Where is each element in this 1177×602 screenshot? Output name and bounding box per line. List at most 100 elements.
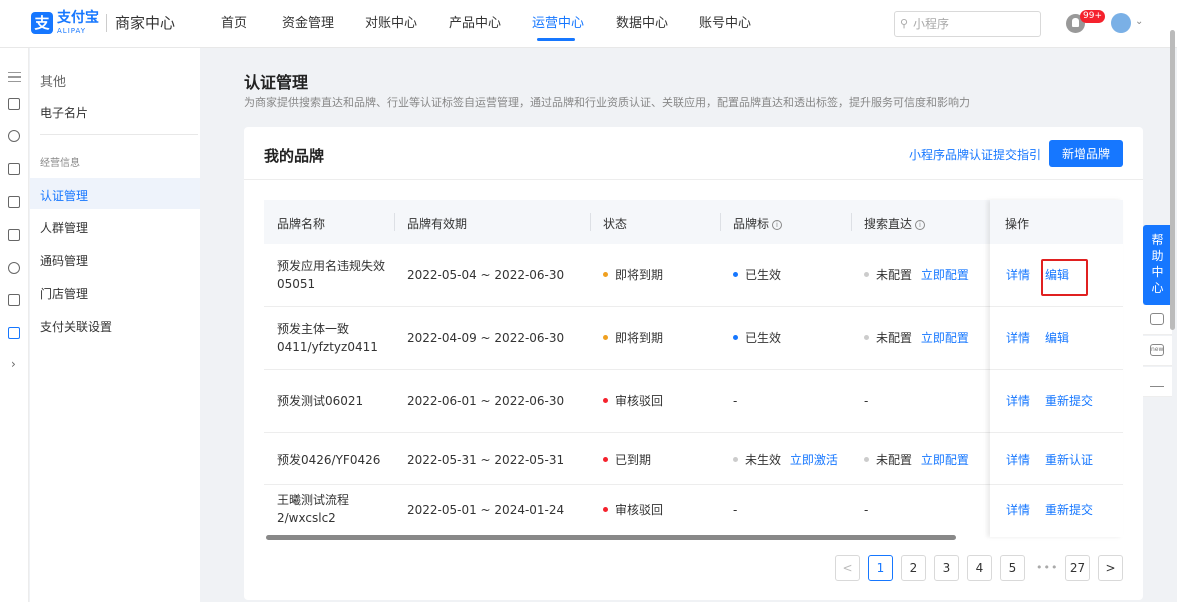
new-feature-tool[interactable]: new [1143, 336, 1172, 366]
mark-dot [733, 335, 738, 340]
prev-page-button[interactable]: < [835, 555, 860, 581]
brand-period: 2022-05-01 ~ 2024-01-24 [407, 503, 565, 517]
form-icon[interactable] [8, 327, 20, 339]
chevron-down-icon[interactable]: ⌄ [1135, 16, 1143, 27]
nav-account[interactable]: 账号中心 [699, 16, 751, 32]
status-text: 已到期 [615, 453, 652, 467]
col-search-label: 搜索直达 [864, 217, 913, 231]
search-box[interactable]: ⚲ [894, 11, 1041, 37]
feedback-tool[interactable] [1143, 367, 1172, 397]
brand-mark: - [733, 503, 738, 517]
page-2-button[interactable]: 2 [901, 555, 926, 581]
sidebar-item-certification[interactable]: 认证管理 [40, 187, 88, 204]
submission-guide-link[interactable]: 小程序品牌认证提交指引 [909, 146, 1041, 163]
next-page-button[interactable]: > [1098, 555, 1123, 581]
brand-period: 2022-04-09 ~ 2022-06-30 [407, 331, 565, 345]
vertical-scrollbar[interactable] [1170, 30, 1175, 330]
search-direct: - [864, 394, 869, 408]
col-brand-mark-label: 品牌标 [733, 217, 770, 231]
configure-link[interactable]: 立即配置 [921, 453, 969, 467]
brand-period: 2022-05-31 ~ 2022-05-31 [407, 453, 565, 467]
new-icon: new [1150, 344, 1164, 356]
help-center-button[interactable]: 帮助中心 [1143, 225, 1172, 305]
nav-operations[interactable]: 运营中心 [532, 16, 584, 32]
nav-home[interactable]: 首页 [221, 16, 247, 32]
pen-icon [1150, 375, 1164, 387]
search-icon: ⚲ [900, 17, 909, 30]
list-icon[interactable] [8, 229, 20, 241]
search-direct: 未配置 立即配置 [864, 329, 969, 347]
app-name: 商家中心 [115, 14, 176, 32]
nav-data[interactable]: 数据中心 [616, 16, 668, 32]
wallet-icon[interactable] [8, 294, 20, 306]
logo-text[interactable]: 支付宝 [57, 11, 99, 25]
card-divider [244, 179, 1143, 180]
status-badge: 即将到期 [603, 329, 663, 347]
search-dot [864, 457, 869, 462]
chevron-right-icon[interactable]: › [11, 357, 16, 371]
icon-rail: › [0, 48, 29, 602]
page-title: 认证管理 [244, 73, 309, 92]
page-3-button[interactable]: 3 [934, 555, 959, 581]
brand-name: 预发主体一致0411/yfztyz0411 [277, 322, 378, 354]
brand-name: 预发应用名违规失效05051 [277, 259, 386, 291]
nav-funds[interactable]: 资金管理 [282, 16, 334, 32]
mark-dot [733, 272, 738, 277]
status-dot [603, 272, 608, 277]
sidebar-item-stores[interactable]: 门店管理 [40, 285, 88, 302]
status-dot [603, 335, 608, 340]
menu-icon[interactable] [8, 72, 21, 82]
target-icon[interactable] [8, 262, 20, 274]
shop-icon[interactable] [8, 196, 20, 208]
brand-card: 我的品牌 小程序品牌认证提交指引 新增品牌 品牌名称 品牌有效期 状态 品牌标 i… [244, 127, 1143, 600]
search-input[interactable] [913, 16, 1033, 32]
page-27-button[interactable]: 27 [1065, 555, 1090, 581]
page-ellipsis[interactable]: ••• [1036, 561, 1058, 574]
sidebar-divider [40, 134, 198, 135]
status-text: 即将到期 [615, 268, 664, 282]
brand-mark: 未生效 立即激活 [733, 451, 838, 469]
sidebar-item-crowd[interactable]: 人群管理 [40, 219, 88, 236]
file-icon[interactable] [8, 163, 20, 175]
fixed-actions-column-shadow [990, 200, 1123, 537]
activate-link[interactable]: 立即激活 [790, 453, 838, 467]
col-separator [394, 213, 395, 231]
alipay-logo-icon[interactable]: 支 [31, 12, 53, 34]
brand-name: 预发0426/YF0426 [277, 453, 381, 467]
status-text: 审核驳回 [615, 394, 664, 408]
info-icon[interactable]: i [915, 220, 926, 230]
sidebar-item-business-card[interactable]: 电子名片 [40, 104, 88, 121]
edit-highlight-box [1041, 259, 1088, 296]
status-badge: 已到期 [603, 451, 651, 469]
compass-icon[interactable] [8, 130, 20, 142]
brand-period: 2022-05-04 ~ 2022-06-30 [407, 268, 565, 282]
nav-products[interactable]: 产品中心 [449, 16, 501, 32]
mark-text: 已生效 [745, 331, 782, 345]
search-direct: 未配置 立即配置 [864, 451, 969, 469]
search-direct: 未配置 立即配置 [864, 266, 969, 284]
info-icon[interactable]: i [772, 220, 783, 230]
page-5-button[interactable]: 5 [1000, 555, 1025, 581]
sidebar-item-code[interactable]: 通码管理 [40, 252, 88, 269]
horizontal-scrollbar[interactable] [266, 535, 956, 540]
col-separator [590, 213, 591, 231]
page-4-button[interactable]: 4 [967, 555, 992, 581]
notification-badge: 99+ [1080, 10, 1105, 23]
configure-link[interactable]: 立即配置 [921, 268, 969, 282]
brand-name: 王曦测试流程2/wxcslc2 [277, 493, 350, 525]
logo-subtext: ALIPAY [57, 27, 87, 35]
avatar[interactable] [1111, 13, 1131, 33]
page-1-button[interactable]: 1 [868, 555, 893, 581]
col-period: 品牌有效期 [407, 217, 468, 231]
customer-service-tool[interactable] [1143, 305, 1172, 335]
search-direct: - [864, 503, 869, 517]
sidebar-item-payment-link[interactable]: 支付关联设置 [40, 318, 112, 335]
status-badge: 审核驳回 [603, 501, 663, 519]
nav-reconciliation[interactable]: 对账中心 [365, 16, 417, 32]
configure-link[interactable]: 立即配置 [921, 331, 969, 345]
document-icon[interactable] [8, 98, 20, 110]
add-brand-button[interactable]: 新增品牌 [1049, 140, 1123, 167]
col-status: 状态 [603, 217, 628, 231]
col-brand-mark: 品牌标 i [733, 215, 783, 232]
search-dot [864, 272, 869, 277]
